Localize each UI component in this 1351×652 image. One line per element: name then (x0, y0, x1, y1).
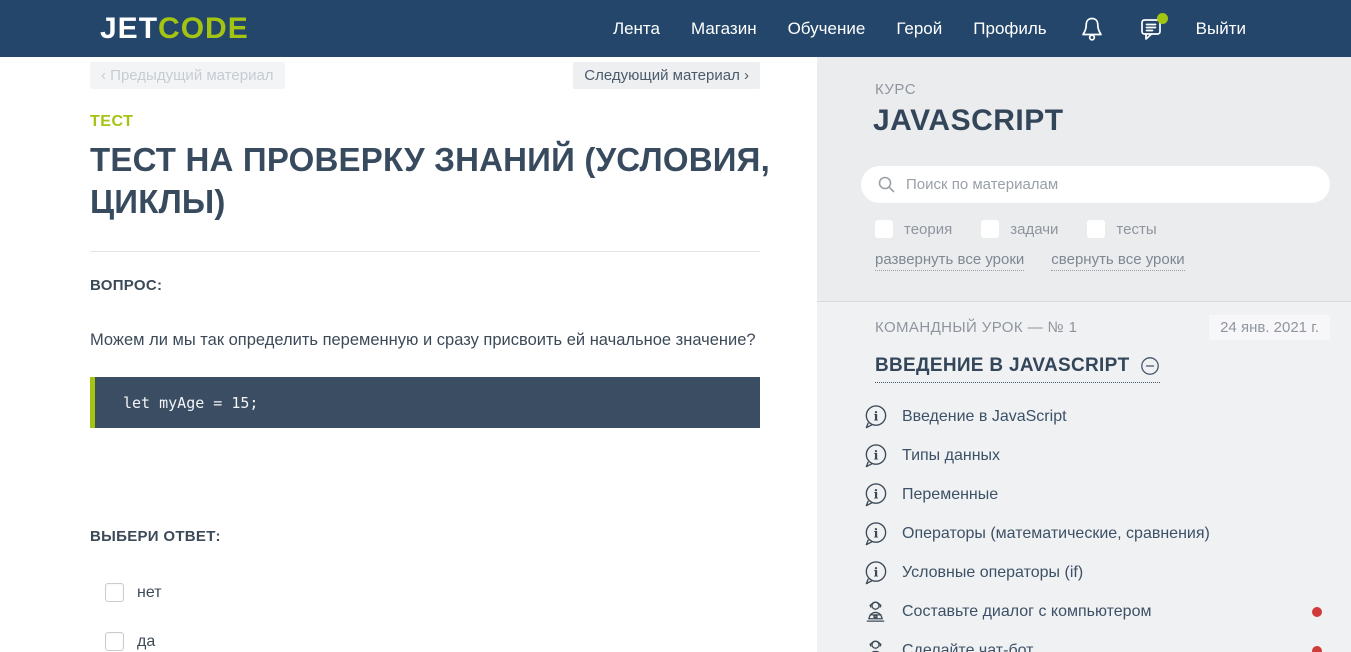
choose-answer-label: ВЫБЕРИ ОТВЕТ: (90, 528, 760, 545)
material-item-theory[interactable]: i Переменные (861, 475, 1330, 514)
material-item-theory[interactable]: i Типы данных (861, 436, 1330, 475)
filter-tests[interactable]: тесты (1087, 220, 1156, 238)
collapse-all-link[interactable]: свернуть все уроки (1051, 251, 1184, 271)
course-label: КУРС (875, 81, 1330, 98)
material-item-task[interactable]: Составьте диалог с компьютером (861, 592, 1330, 631)
lesson-content: ‹ Предыдущий материал Следующий материал… (0, 57, 817, 652)
search-icon (877, 175, 896, 194)
theory-bubble-icon: i (861, 403, 889, 431)
question-text: Можем ли мы так определить переменную и … (90, 331, 770, 350)
navbar-menu: Лента Магазин Обучение Герой Профиль Вый… (613, 15, 1351, 43)
filter-theory[interactable]: теория (875, 220, 952, 238)
material-item-theory[interactable]: i Введение в JavaScript (861, 397, 1330, 436)
theory-bubble-icon: i (861, 481, 889, 509)
theory-bubble-icon: i (861, 559, 889, 587)
top-navbar: JETCODE Лента Магазин Обучение Герой Про… (0, 0, 1351, 57)
question-label: ВОПРОС: (90, 277, 760, 294)
logout-button[interactable]: Выйти (1196, 19, 1246, 39)
svg-text:i: i (873, 408, 878, 423)
unread-notification-dot (1312, 607, 1322, 617)
nav-item-geroy[interactable]: Герой (896, 19, 942, 39)
nav-item-lenta[interactable]: Лента (613, 19, 660, 39)
lesson-date-badge: 24 янв. 2021 г. (1209, 315, 1330, 340)
chevron-right-icon: › (744, 67, 749, 84)
chat-icon[interactable] (1137, 15, 1165, 43)
filter-tasks[interactable]: задачи (981, 220, 1058, 238)
nav-item-magazin[interactable]: Магазин (691, 19, 757, 39)
title-divider (90, 251, 760, 252)
material-item-task[interactable]: Сделайте чат-бот (861, 631, 1330, 652)
expand-all-link[interactable]: развернуть все уроки (875, 251, 1024, 271)
answer-option-da[interactable]: да (105, 632, 760, 651)
theory-bubble-icon: i (861, 442, 889, 470)
materials-list: i Введение в JavaScript i Типы данных (861, 397, 1330, 652)
svg-text:i: i (873, 486, 878, 501)
lesson-title-toggle[interactable]: ВВЕДЕНИЕ В JAVASCRIPT (875, 355, 1160, 383)
lesson-panel: КОМАНДНЫЙ УРОК — № 1 24 янв. 2021 г. ВВЕ… (817, 302, 1351, 652)
chevron-left-icon: ‹ (101, 67, 106, 84)
chat-notification-dot (1157, 13, 1168, 24)
svg-text:i: i (873, 525, 878, 540)
logo-code: CODE (158, 12, 249, 45)
material-category-label: ТЕСТ (90, 113, 760, 131)
code-snippet: let myAge = 15; (90, 377, 760, 428)
filter-checkbox[interactable] (875, 220, 893, 238)
search-box[interactable] (861, 166, 1330, 203)
answer-checkbox[interactable] (105, 583, 124, 602)
theory-bubble-icon: i (861, 520, 889, 548)
logo-jet: JET (100, 12, 158, 45)
collapse-minus-icon[interactable] (1140, 356, 1160, 376)
nav-item-profil[interactable]: Профиль (973, 19, 1046, 39)
answer-option-net[interactable]: нет (105, 583, 760, 602)
jetcode-logo[interactable]: JETCODE (100, 12, 249, 46)
svg-text:i: i (873, 564, 878, 579)
page-title: ТЕСТ НА ПРОВЕРКУ ЗНАНИЙ (УСЛОВИЯ, ЦИКЛЫ) (90, 139, 770, 223)
task-person-icon (861, 598, 889, 626)
filter-checkbox[interactable] (981, 220, 999, 238)
material-item-theory[interactable]: i Условные операторы (if) (861, 553, 1330, 592)
lesson-title: ВВЕДЕНИЕ В JAVASCRIPT (875, 355, 1130, 377)
lesson-toggle-links: развернуть все уроки свернуть все уроки (875, 251, 1330, 271)
nav-item-obuchenie[interactable]: Обучение (788, 19, 866, 39)
material-item-theory[interactable]: i Операторы (математические, сравнения) (861, 514, 1330, 553)
search-input[interactable] (906, 176, 1314, 193)
course-sidebar: КУРС JAVASCRIPT теория задачи (817, 57, 1351, 652)
task-person-icon (861, 637, 889, 652)
svg-text:i: i (873, 447, 878, 462)
material-pager: ‹ Предыдущий материал Следующий материал… (90, 62, 760, 89)
lesson-number-label: КОМАНДНЫЙ УРОК — № 1 (875, 319, 1077, 336)
next-material-button[interactable]: Следующий материал › (573, 62, 760, 89)
lesson-header: КОМАНДНЫЙ УРОК — № 1 24 янв. 2021 г. (875, 315, 1330, 340)
bell-icon[interactable] (1078, 15, 1106, 43)
code-text: let myAge = 15; (123, 394, 258, 412)
material-filters: теория задачи тесты (875, 220, 1330, 238)
course-name: JAVASCRIPT (873, 104, 1330, 138)
course-panel: КУРС JAVASCRIPT теория задачи (817, 57, 1351, 302)
unread-notification-dot (1312, 646, 1322, 652)
prev-material-button[interactable]: ‹ Предыдущий материал (90, 62, 285, 89)
filter-checkbox[interactable] (1087, 220, 1105, 238)
answer-checkbox[interactable] (105, 632, 124, 651)
